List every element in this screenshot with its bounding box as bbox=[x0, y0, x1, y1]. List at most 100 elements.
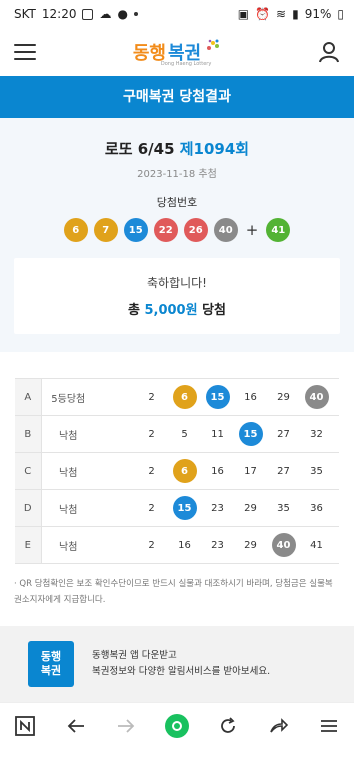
game-number: 2 bbox=[148, 465, 155, 477]
promo-text: 동행복권 앱 다운받고 복권정보와 다양한 알림서비스를 받아보세요. bbox=[92, 648, 270, 680]
home-dot-icon[interactable] bbox=[164, 713, 190, 739]
purchased-games-table: A 5등당첨 2 6 15 16 29 40 B 낙첨 2 5 11 15 27 32 C 낙첨 2 6 16 17 27 3… bbox=[15, 378, 339, 564]
game-row: E 낙첨 2 16 23 29 40 41 bbox=[15, 526, 339, 564]
game-row: C 낙첨 2 6 16 17 27 35 bbox=[15, 452, 339, 490]
game-number: 35 bbox=[310, 465, 323, 477]
gallery-icon bbox=[82, 8, 94, 20]
system-nav-bar bbox=[0, 748, 354, 759]
game-id: E bbox=[15, 526, 42, 564]
promo-line-2: 복권정보와 다양한 알림서비스를 받아보세요. bbox=[92, 666, 271, 677]
game-numbers-cell: 2 16 23 29 40 41 bbox=[95, 526, 339, 564]
app-header: 동행 복권 Dong Haeng Lottery bbox=[0, 28, 354, 76]
round-title: 로또 6/45 제1094회 bbox=[14, 138, 340, 159]
cat-icon: ● bbox=[117, 7, 128, 21]
prize-prefix: 총 bbox=[127, 303, 140, 318]
promo-logo: 동행 복권 bbox=[28, 641, 74, 687]
plus-sign: + bbox=[245, 221, 259, 239]
game-id: C bbox=[15, 452, 42, 490]
game-number: 11 bbox=[211, 428, 224, 440]
bonus-ball: 41 bbox=[266, 218, 291, 242]
logo-subtitle: Dong Haeng Lottery bbox=[160, 61, 212, 67]
game-numbers-cell: 2 6 16 17 27 35 bbox=[95, 452, 339, 490]
status-bar: SKT 12:20 ☁ ● ▣ ⏰ ≋ ▮ 91% ▯ bbox=[0, 0, 354, 28]
battery-icon: ▯ bbox=[337, 7, 344, 21]
game-number: 16 bbox=[178, 539, 191, 551]
game-result: 낙첨 bbox=[41, 489, 95, 527]
share-icon[interactable] bbox=[265, 713, 291, 739]
game-number: 16 bbox=[211, 465, 224, 477]
home-icon[interactable] bbox=[164, 754, 190, 759]
game-number: 35 bbox=[277, 502, 290, 514]
game-row: B 낙첨 2 5 11 15 27 32 bbox=[15, 415, 339, 453]
forward-arrow-icon[interactable] bbox=[113, 713, 139, 739]
game-number: 23 bbox=[211, 539, 224, 551]
game-numbers-cell: 2 15 23 29 35 36 bbox=[95, 489, 339, 527]
lock-icon: ▣ bbox=[237, 7, 250, 21]
winning-ball: 26 bbox=[183, 218, 208, 242]
qr-notice: · QR 당첨확인은 보조 확인수단이므로 반드시 실물과 대조하시기 바라며,… bbox=[14, 579, 333, 605]
winning-numbers-label: 당첨번호 bbox=[156, 196, 198, 209]
game-number: 40 bbox=[271, 533, 296, 557]
game-number: 2 bbox=[148, 539, 155, 551]
prize-amount: 5,000원 bbox=[144, 303, 198, 318]
game-number: 16 bbox=[244, 391, 257, 403]
game-number: 41 bbox=[310, 539, 323, 551]
game-number: 6 bbox=[172, 459, 197, 483]
game-numbers-cell: 2 6 15 16 29 40 bbox=[95, 378, 339, 416]
game-row: D 낙첨 2 15 23 29 35 36 bbox=[15, 489, 339, 527]
menu-icon[interactable] bbox=[14, 44, 36, 60]
game-id: B bbox=[15, 415, 42, 453]
game-result: 낙첨 bbox=[41, 526, 95, 564]
logo-burst-icon bbox=[207, 39, 220, 50]
back-arrow-icon[interactable] bbox=[63, 713, 89, 739]
game-number: 2 bbox=[148, 391, 155, 403]
dhlottery-logo[interactable]: 동행 복권 Dong Haeng Lottery bbox=[133, 39, 221, 67]
congrats-message: 축하합니다! bbox=[146, 276, 207, 290]
game-result: 5등당첨 bbox=[41, 378, 95, 416]
game-number: 2 bbox=[148, 428, 155, 440]
winning-ball: 22 bbox=[153, 218, 178, 242]
game-number: 32 bbox=[310, 428, 323, 440]
cloud-icon: ☁ bbox=[99, 7, 112, 21]
game-number: 40 bbox=[304, 385, 329, 409]
carrier: SKT bbox=[14, 7, 36, 21]
draw-date: 2023-11-18 추첨 bbox=[137, 169, 217, 180]
prize-total: 총 5,000원 당첨 bbox=[14, 299, 340, 318]
refresh-icon[interactable] bbox=[215, 713, 241, 739]
game-number: 23 bbox=[211, 502, 224, 514]
winning-ball: 15 bbox=[123, 218, 148, 242]
app-promo-banner[interactable]: 동행 복권 동행복권 앱 다운받고 복권정보와 다양한 알림서비스를 받아보세요… bbox=[0, 626, 354, 702]
game-number: 15 bbox=[205, 385, 230, 409]
promo-logo-text-2: 복권 bbox=[40, 664, 62, 677]
page-title: 구매복권 당첨결과 bbox=[0, 76, 354, 118]
naver-icon[interactable] bbox=[12, 713, 38, 739]
game-number: 29 bbox=[277, 391, 290, 403]
game-number: 29 bbox=[244, 539, 257, 551]
game-number: 15 bbox=[238, 422, 263, 446]
game-number: 17 bbox=[244, 465, 257, 477]
signal-icon: ▮ bbox=[292, 7, 299, 21]
promo-logo-text-1: 동행 bbox=[40, 650, 62, 663]
prize-suffix: 당첨 bbox=[202, 303, 227, 318]
user-icon[interactable] bbox=[318, 41, 340, 63]
game-result: 낙첨 bbox=[41, 452, 95, 490]
game-number: 5 bbox=[181, 428, 188, 440]
status-left: SKT 12:20 ☁ ● bbox=[14, 7, 138, 21]
game-number: 6 bbox=[172, 385, 197, 409]
winning-ball: 40 bbox=[213, 218, 238, 242]
more-menu-icon[interactable] bbox=[316, 713, 342, 739]
winning-numbers: 6 7 15 22 26 40 +41 bbox=[14, 218, 340, 242]
game-number: 15 bbox=[172, 496, 197, 520]
game-id: A bbox=[15, 378, 42, 416]
more-dot-icon bbox=[133, 12, 138, 16]
congrats-box: 축하합니다! 총 5,000원 당첨 bbox=[14, 258, 340, 334]
back-icon[interactable] bbox=[249, 754, 275, 759]
recent-apps-icon[interactable] bbox=[79, 754, 105, 759]
draw-result-panel: 로또 6/45 제1094회 2023-11-18 추첨 당첨번호 6 7 15 22… bbox=[0, 118, 354, 352]
browser-toolbar bbox=[0, 702, 354, 748]
battery-level: 91% bbox=[304, 7, 332, 21]
game-row: A 5등당첨 2 6 15 16 29 40 bbox=[15, 378, 339, 416]
game-number: 27 bbox=[277, 465, 290, 477]
clock: 12:20 bbox=[41, 7, 77, 21]
game-number: 27 bbox=[277, 428, 290, 440]
